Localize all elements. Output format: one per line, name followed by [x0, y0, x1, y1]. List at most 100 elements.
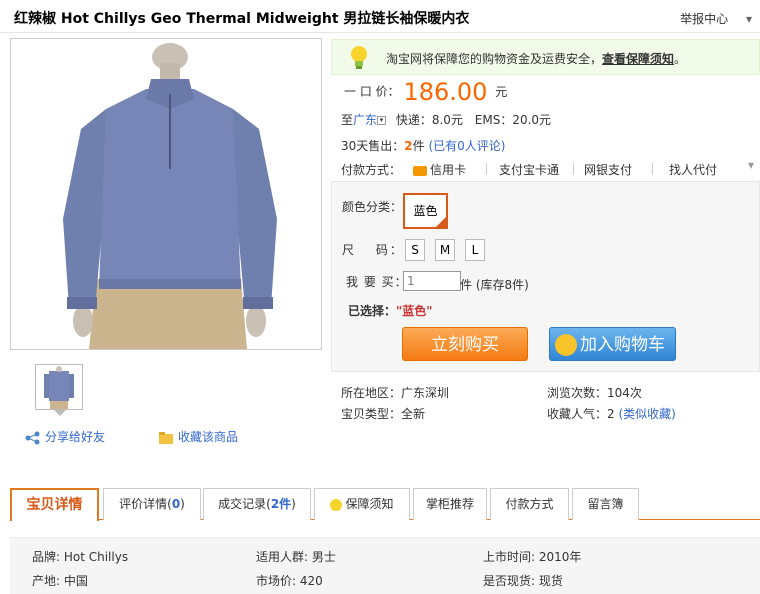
- selected-label: 已选择：: [348, 304, 397, 318]
- notice-text: 淘宝网将保障您的购物资金及运费安全，查看保障须知。: [386, 52, 687, 66]
- payment-separator: [486, 163, 487, 175]
- favorites-label: 收藏人气：: [547, 407, 608, 421]
- stock-info: 件 (库存8件): [460, 278, 529, 292]
- item-type-value: 全新: [401, 407, 426, 421]
- buy-now-button[interactable]: 立刻购买: [402, 327, 528, 361]
- location-value: 广东深圳: [401, 386, 450, 400]
- tab-payment[interactable]: 付款方式: [490, 488, 569, 520]
- location-info: 所在地区：广东深圳: [341, 384, 449, 401]
- report-center-label: 举报中心: [680, 12, 729, 26]
- views-info: 浏览次数：104次: [547, 384, 642, 401]
- lightbulb-icon: [351, 46, 367, 69]
- attr-origin: 产地: 中国: [32, 574, 88, 588]
- credit-card-method[interactable]: 信用卡: [413, 161, 466, 178]
- shirt-thumbnail-image: [44, 366, 74, 409]
- share-to-friends-link[interactable]: 分享给好友: [25, 428, 105, 445]
- price-unit: 元: [495, 84, 508, 99]
- sold-unit: 件: [412, 139, 425, 153]
- express-fee: 快递：8.0元: [395, 113, 463, 127]
- tab-guarantee[interactable]: 保障须知: [314, 488, 410, 520]
- attr-market-price: 市场价: 420: [256, 574, 323, 588]
- favorite-item-link[interactable]: 收藏该商品: [158, 428, 238, 445]
- product-title: 红辣椒 Hot Chillys Geo Thermal Midweight 男拉…: [14, 11, 470, 27]
- size-label: 尺 码：: [342, 243, 404, 257]
- lightbulb-icon: [330, 498, 343, 511]
- attr-release-date: 上市时间: 2010年: [483, 550, 582, 564]
- quantity-label: 我 要 买：: [346, 275, 408, 289]
- tab-item-details[interactable]: 宝贝详情: [10, 488, 99, 521]
- tab-guestbook[interactable]: 留言簿: [572, 488, 639, 520]
- attr-brand: 品牌: Hot Chillys: [32, 550, 129, 564]
- price-value: 186.00: [403, 78, 488, 106]
- tab-guarantee-label: 保障须知: [345, 497, 394, 511]
- credit-card-icon: [413, 165, 427, 176]
- alipay-card-method[interactable]: 支付宝卡通: [499, 161, 559, 178]
- views-label: 浏览次数：: [547, 386, 608, 400]
- size-option-m[interactable]: M: [435, 239, 455, 261]
- tab-reviews-close: ): [180, 497, 185, 511]
- sold-row: 30天售出：2件 (已有0人评论): [341, 137, 505, 154]
- product-attributes: 品牌: Hot Chillys 适用人群: 男士 上市时间: 2010年 产地:…: [10, 537, 760, 594]
- credit-card-label: 信用卡: [430, 163, 467, 177]
- pay-by-others-method[interactable]: 找人代付: [669, 161, 717, 178]
- price-label: 一 口 价：: [344, 84, 400, 99]
- tab-reviews-count: 0: [171, 497, 181, 511]
- selected-value: "蓝色": [396, 304, 433, 318]
- product-main-image[interactable]: [10, 38, 322, 350]
- color-option-blue[interactable]: 蓝色: [403, 193, 448, 229]
- item-type-label: 宝贝类型：: [341, 407, 402, 421]
- shipping-location-select[interactable]: 广东: [353, 113, 377, 127]
- attr-target-group: 适用人群: 男士: [256, 550, 336, 564]
- color-label: 颜色分类：: [342, 200, 403, 214]
- title-divider: [0, 32, 760, 33]
- payment-separator: [652, 163, 653, 175]
- tab-reviews[interactable]: 评价详情(0): [103, 488, 201, 520]
- online-banking-method[interactable]: 网银支付: [584, 161, 632, 178]
- add-to-cart-button[interactable]: 加入购物车: [549, 327, 676, 361]
- tab-records-label: 成交记录(: [218, 497, 271, 511]
- cart-icon: [555, 334, 577, 356]
- quantity-input[interactable]: [403, 271, 461, 291]
- item-type-info: 宝贝类型：全新: [341, 405, 425, 422]
- shipping-row: 至广东 ▾ 快递：8.0元 EMS：20.0元: [341, 111, 551, 128]
- product-page: 红辣椒 Hot Chillys Geo Thermal Midweight 男拉…: [0, 0, 760, 594]
- tab-shop-recommend[interactable]: 掌柜推荐: [413, 488, 487, 520]
- chevron-down-icon[interactable]: ▾: [748, 158, 754, 172]
- shirt-image: [63, 43, 277, 349]
- add-to-cart-label: 加入购物车: [580, 335, 665, 355]
- report-center-link[interactable]: 举报中心 ▾: [680, 10, 752, 27]
- favorites-value: 2: [607, 407, 615, 421]
- folder-icon: [159, 431, 173, 444]
- size-option-l[interactable]: L: [465, 239, 485, 261]
- sold-label: 30天售出：: [341, 139, 405, 153]
- attr-in-stock: 是否现货: 现货: [483, 574, 563, 588]
- price-row: 一 口 价： 186.00 元: [344, 78, 507, 106]
- share-label: 分享给好友: [45, 430, 106, 444]
- location-label: 所在地区：: [341, 386, 402, 400]
- share-icon: [25, 431, 40, 444]
- favorites-info: 收藏人气：2 (类似收藏): [547, 405, 676, 422]
- views-value: 104次: [607, 386, 642, 400]
- chevron-down-icon[interactable]: ▾: [746, 12, 752, 26]
- detail-tabs: 宝贝详情 评价详情(0) 成交记录(2件) 保障须知 掌柜推荐 付款方式 留言簿: [10, 488, 760, 521]
- location-dropdown-icon[interactable]: ▾: [377, 116, 387, 125]
- tab-transaction-records[interactable]: 成交记录(2件): [203, 488, 311, 520]
- review-count-link[interactable]: (已有0人评论): [428, 139, 505, 153]
- guarantee-terms-link[interactable]: 查看保障须知: [602, 52, 674, 66]
- payment-label: 付款方式：: [341, 163, 402, 177]
- tab-records-close: ): [291, 497, 296, 511]
- product-thumbnail[interactable]: [35, 364, 83, 416]
- favorite-label: 收藏该商品: [178, 430, 239, 444]
- sku-selection-panel: 颜色分类： 蓝色 尺 码： S M L 我 要 买： 件 (库存8件) 已选择：…: [331, 181, 760, 372]
- guarantee-notice: 淘宝网将保障您的购物资金及运费安全，查看保障须知。: [331, 39, 760, 75]
- selected-summary: 已选择："蓝色": [348, 302, 433, 319]
- payment-separator: [573, 163, 574, 175]
- tab-reviews-label: 评价详情(: [119, 497, 172, 511]
- size-option-s[interactable]: S: [405, 239, 425, 261]
- tab-records-count: 2件: [270, 497, 292, 511]
- color-option-label: 蓝色: [413, 204, 438, 218]
- similar-favorites-link[interactable]: (类似收藏): [618, 407, 675, 421]
- notice-message: 淘宝网将保障您的购物资金及运费安全，: [386, 52, 603, 66]
- sold-count: 2: [404, 139, 413, 153]
- selected-check-icon: [436, 217, 446, 227]
